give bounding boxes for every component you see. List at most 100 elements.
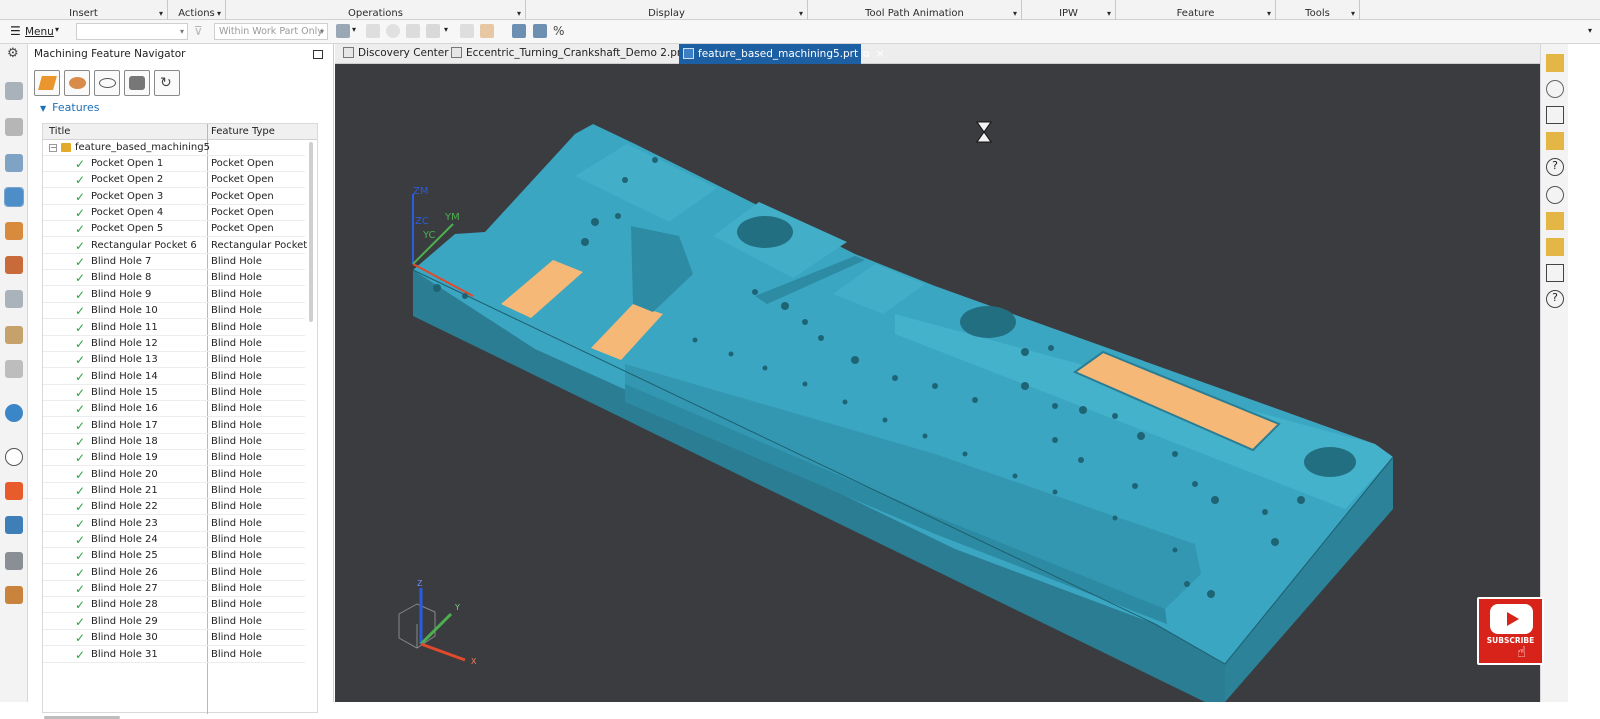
globe-icon[interactable] (5, 404, 23, 422)
vertical-scrollbar[interactable] (309, 142, 313, 322)
feature-row[interactable]: ✓ Blind Hole 30 Blind Hole (43, 630, 305, 647)
find-features-button[interactable] (34, 70, 60, 96)
view-triad[interactable]: Z Y X (398, 579, 477, 666)
feature-row[interactable]: ✓ Blind Hole 10 Blind Hole (43, 303, 305, 320)
feature-row[interactable]: ✓ Blind Hole 21 Blind Hole (43, 483, 305, 499)
machine-tool-navigator-icon[interactable] (5, 256, 23, 274)
constraint-navigator-icon[interactable] (5, 154, 23, 172)
machining-feature-navigator-icon[interactable] (4, 187, 24, 207)
hamburger-icon[interactable]: ☰ (10, 24, 21, 38)
hide-features-button[interactable] (94, 70, 120, 96)
process-studio-icon[interactable] (5, 516, 23, 534)
ribbon-group-tools[interactable]: Tools ▾ (1276, 0, 1360, 20)
role-icon[interactable] (5, 552, 23, 570)
feature-row[interactable]: ✓ Rectangular Pocket 6 Rectangular Pocket (43, 238, 307, 254)
refresh-button[interactable]: ↻ (154, 70, 180, 96)
maximize-icon[interactable] (313, 50, 323, 59)
select-icon[interactable] (366, 24, 380, 38)
eye-icon[interactable] (1546, 186, 1564, 204)
close-icon[interactable]: × (876, 47, 885, 60)
eye-hide-icon[interactable] (1546, 80, 1564, 98)
chevron-down-icon[interactable]: ▾ (1588, 26, 1592, 35)
box-icon[interactable] (480, 24, 494, 38)
chevron-down-icon[interactable]: ▾ (444, 25, 448, 34)
filter-icon[interactable]: ⊽ (194, 24, 203, 38)
menu-button[interactable]: Menu (25, 26, 54, 38)
percent-icon[interactable]: % (553, 24, 564, 38)
feature-row[interactable]: ✓ Pocket Open 4 Pocket Open (43, 205, 305, 222)
ribbon-group-tool-path-animation[interactable]: Tool Path Animation ▾ (808, 0, 1022, 20)
feature-row[interactable]: ✓ Blind Hole 31 Blind Hole (43, 647, 305, 663)
ribbon-group-operations[interactable]: Operations ▾ (226, 0, 526, 20)
chevron-down-icon[interactable]: ▾ (55, 25, 59, 34)
help-icon[interactable]: ? (1546, 290, 1564, 308)
chevron-down-icon[interactable]: ▾ (320, 24, 324, 39)
feature-row[interactable]: ✓ Blind Hole 12 Blind Hole (43, 336, 305, 352)
ribbon-group-ipw[interactable]: IPW ▾ (1022, 0, 1116, 20)
star-icon[interactable] (1546, 238, 1564, 256)
feature-row[interactable]: ✓ Blind Hole 26 Blind Hole (43, 565, 305, 581)
feature-row[interactable]: ✓ Blind Hole 22 Blind Hole (43, 499, 305, 516)
large-hole-2[interactable] (960, 306, 1016, 338)
feature-row[interactable]: ✓ Blind Hole 28 Blind Hole (43, 597, 305, 614)
chevron-down-icon[interactable]: ▾ (352, 25, 356, 34)
feature-row[interactable]: ✓ Pocket Open 1 Pocket Open (43, 156, 305, 172)
gear-icon[interactable]: ⚙ (7, 46, 19, 61)
feature-row[interactable]: ✓ Blind Hole 7 Blind Hole (43, 254, 305, 271)
window-icon[interactable]: ⧉ (863, 50, 869, 60)
part-top-face[interactable] (413, 124, 1393, 664)
feature-row[interactable]: ✓ Blind Hole 18 Blind Hole (43, 434, 305, 450)
feature-row[interactable]: ✓ Blind Hole 27 Blind Hole (43, 581, 305, 598)
cube-icon[interactable] (460, 24, 474, 38)
snap-icon[interactable] (336, 24, 350, 38)
model-canvas[interactable]: ZM ZC YM YC Z Y X (335, 64, 1540, 702)
features-section-header[interactable]: ▼ Features (40, 101, 99, 114)
operation-navigator-icon[interactable] (5, 222, 23, 240)
star-icon[interactable] (1546, 132, 1564, 150)
list-icon[interactable] (1546, 264, 1564, 282)
feature-row[interactable]: ✓ Blind Hole 13 Blind Hole (43, 352, 305, 369)
ribbon-group-actions[interactable]: Actions ▾ (168, 0, 226, 20)
feature-row[interactable]: ✓ Blind Hole 19 Blind Hole (43, 450, 305, 467)
large-hole-3[interactable] (1304, 447, 1356, 477)
collapse-icon[interactable]: − (49, 144, 57, 152)
column-header-title[interactable]: Title (49, 124, 70, 140)
star-icon[interactable] (1546, 212, 1564, 230)
eye-hide-icon[interactable] (533, 24, 547, 38)
column-header-feature-type[interactable]: Feature Type (211, 124, 275, 140)
tree-root-row[interactable]: − feature_based_machining5 (43, 140, 305, 156)
feature-row[interactable]: ✓ Blind Hole 24 Blind Hole (43, 532, 305, 549)
feature-row[interactable]: ✓ Blind Hole 17 Blind Hole (43, 418, 305, 434)
help-icon[interactable]: ? (1546, 158, 1564, 176)
graphics-window[interactable]: ZM ZC YM YC Z Y X (335, 64, 1540, 702)
window-icon[interactable] (1546, 106, 1564, 124)
tab-feature-based-machining5[interactable]: feature_based_machining5.prt ⧉ × (679, 44, 885, 64)
feature-row[interactable]: ✓ Blind Hole 25 Blind Hole (43, 548, 305, 565)
show-features-button[interactable] (64, 70, 90, 96)
tab-discovery-center[interactable]: Discovery Center (339, 44, 449, 64)
feature-row[interactable]: ✓ Blind Hole 20 Blind Hole (43, 467, 305, 483)
feature-row[interactable]: ✓ Blind Hole 14 Blind Hole (43, 369, 305, 385)
feature-row[interactable]: ✓ Blind Hole 9 Blind Hole (43, 287, 305, 303)
eye-icon[interactable] (512, 24, 526, 38)
ribbon-group-insert[interactable]: Insert ▾ (0, 0, 168, 20)
subscribe-button[interactable]: SUBSCRIBE ☝ (1477, 597, 1544, 665)
star-icon[interactable] (1546, 54, 1564, 72)
ribbon-group-feature[interactable]: Feature ▾ (1116, 0, 1276, 20)
history-clock-icon[interactable] (5, 448, 23, 466)
web-browser-icon[interactable] (5, 360, 23, 378)
lasso-icon[interactable] (406, 24, 420, 38)
triangle-down-icon[interactable]: ▼ (40, 104, 46, 113)
feature-row[interactable]: ✓ Pocket Open 2 Pocket Open (43, 172, 305, 189)
circle-icon[interactable] (386, 24, 400, 38)
assembly-navigator-icon[interactable] (5, 118, 23, 136)
chevron-down-icon[interactable]: ▾ (180, 24, 184, 39)
feature-row[interactable]: ✓ Blind Hole 15 Blind Hole (43, 385, 305, 401)
feature-row[interactable]: ✓ Blind Hole 8 Blind Hole (43, 270, 305, 287)
feature-row[interactable]: ✓ Pocket Open 3 Pocket Open (43, 189, 305, 205)
palette-icon[interactable] (5, 482, 23, 500)
scope-combo[interactable]: Within Work Part Only ▾ (214, 23, 328, 40)
feature-row[interactable]: ✓ Blind Hole 11 Blind Hole (43, 320, 305, 336)
feature-row[interactable]: ✓ Blind Hole 16 Blind Hole (43, 401, 305, 418)
tab-eccentric-turning-crankshaft[interactable]: Eccentric_Turning_Crankshaft_Demo 2.prt⧉ (447, 44, 696, 64)
